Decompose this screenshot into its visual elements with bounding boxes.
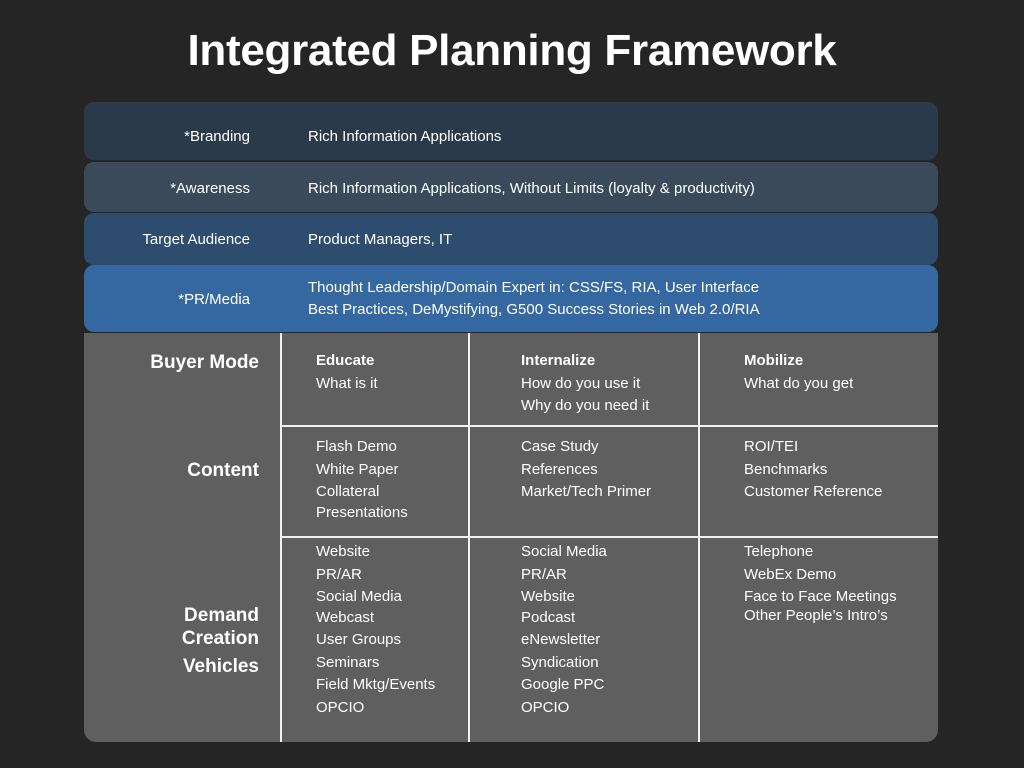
vehicle-item: Telephone xyxy=(744,543,814,560)
band-value: Product Managers, IT xyxy=(308,231,453,248)
vehicle-item: Other People’s Intro’s xyxy=(744,606,888,624)
vehicle-item: Podcast xyxy=(521,608,576,626)
mode-heading: Mobilize xyxy=(744,352,804,369)
content-item: Market/Tech Primer xyxy=(521,483,652,500)
mode-line: What do you get xyxy=(744,374,854,392)
band-label: *Branding xyxy=(184,128,250,145)
mode-line: Why do you need it xyxy=(521,397,650,414)
page-title: Integrated Planning Framework xyxy=(187,26,837,75)
cell-mobilize-vehicles: Telephone WebEx Demo Face to Face Meetin… xyxy=(744,541,897,627)
mode-heading: Educate xyxy=(316,352,375,369)
band-value: Thought Leadership/Domain Expert in: CSS… xyxy=(308,277,760,321)
cell-mobilize-mode: Mobilize What do you get xyxy=(744,350,853,395)
cell-mobilize-content: ROI/TEI Benchmarks Customer Reference xyxy=(744,436,882,504)
band-value-line: Thought Leadership/Domain Expert in: CSS… xyxy=(308,279,760,296)
row-label-content: Content xyxy=(187,460,259,481)
vehicle-item: eNewsletter xyxy=(521,631,601,648)
vehicle-item: Website xyxy=(521,588,575,605)
vehicle-item: PR/AR xyxy=(521,565,567,583)
buyer-mode-grid: Buyer Mode Content Demand Creation Vehic… xyxy=(84,333,938,742)
vehicle-item: Social Media xyxy=(316,588,402,605)
cell-internalize-content: Case Study References Market/Tech Primer xyxy=(521,436,651,504)
band-value-line: Best Practices, DeMystifying, G500 Succe… xyxy=(308,301,760,318)
cell-educate-content: Flash Demo White Paper Collateral Presen… xyxy=(316,436,408,524)
vehicle-item: User Groups xyxy=(316,631,402,648)
cell-internalize-mode: Internalize How do you use it Why do you… xyxy=(521,350,649,418)
grid-divider-horizontal xyxy=(280,425,938,427)
row-label-buyer-mode: Buyer Mode xyxy=(150,352,259,373)
band-value: Rich Information Applications xyxy=(308,128,502,145)
vehicle-item: OPCIO xyxy=(521,698,570,716)
vehicle-item: Seminars xyxy=(316,653,380,671)
vehicle-item: Webcast xyxy=(316,608,375,626)
row-label-line: Creation xyxy=(181,628,259,649)
band-target-audience: Target Audience Product Managers, IT xyxy=(84,213,938,265)
content-item: Presentations xyxy=(316,503,408,521)
cell-internalize-vehicles: Social Media PR/AR Website Podcast eNews… xyxy=(521,541,607,719)
mode-heading: Internalize xyxy=(521,352,596,369)
band-branding: *Branding Rich Information Applications xyxy=(84,102,938,160)
content-item: Flash Demo xyxy=(316,438,397,455)
content-item: Customer Reference xyxy=(744,483,883,500)
vehicle-item: OPCIO xyxy=(316,698,365,716)
band-label: *PR/Media xyxy=(178,291,250,308)
cell-educate-mode: Educate What is it xyxy=(316,350,378,395)
content-item: ROI/TEI xyxy=(744,438,799,455)
band-awareness: *Awareness Rich Information Applications… xyxy=(84,162,938,212)
mode-line: How do you use it xyxy=(521,374,641,392)
content-item: Case Study xyxy=(521,438,599,455)
content-item: White Paper xyxy=(316,460,399,478)
vehicle-item: WebEx Demo xyxy=(744,565,837,583)
vehicle-item: Syndication xyxy=(521,653,599,671)
vehicle-item: Website xyxy=(316,543,370,560)
grid-divider-horizontal xyxy=(280,536,938,538)
content-item: References xyxy=(521,460,598,478)
vehicle-item: Field Mktg/Events xyxy=(316,676,436,693)
band-value: Rich Information Applications, Without L… xyxy=(308,180,755,197)
row-label-demand-creation-vehicles: Demand Creation Vehicles xyxy=(84,604,259,684)
vehicle-item: Google PPC xyxy=(521,676,605,693)
band-pr-media: *PR/Media Thought Leadership/Domain Expe… xyxy=(84,265,938,332)
content-item: Benchmarks xyxy=(744,460,828,478)
row-label-line: Vehicles xyxy=(182,656,259,677)
vehicle-item: Social Media xyxy=(521,543,607,560)
vehicle-item: PR/AR xyxy=(316,565,362,583)
band-label: Target Audience xyxy=(142,231,250,248)
cell-educate-vehicles: Website PR/AR Social Media Webcast User … xyxy=(316,541,435,719)
content-item: Collateral xyxy=(316,483,380,500)
row-label-line: Demand xyxy=(184,605,259,626)
band-label: *Awareness xyxy=(170,180,250,197)
mode-line: What is it xyxy=(316,374,378,392)
